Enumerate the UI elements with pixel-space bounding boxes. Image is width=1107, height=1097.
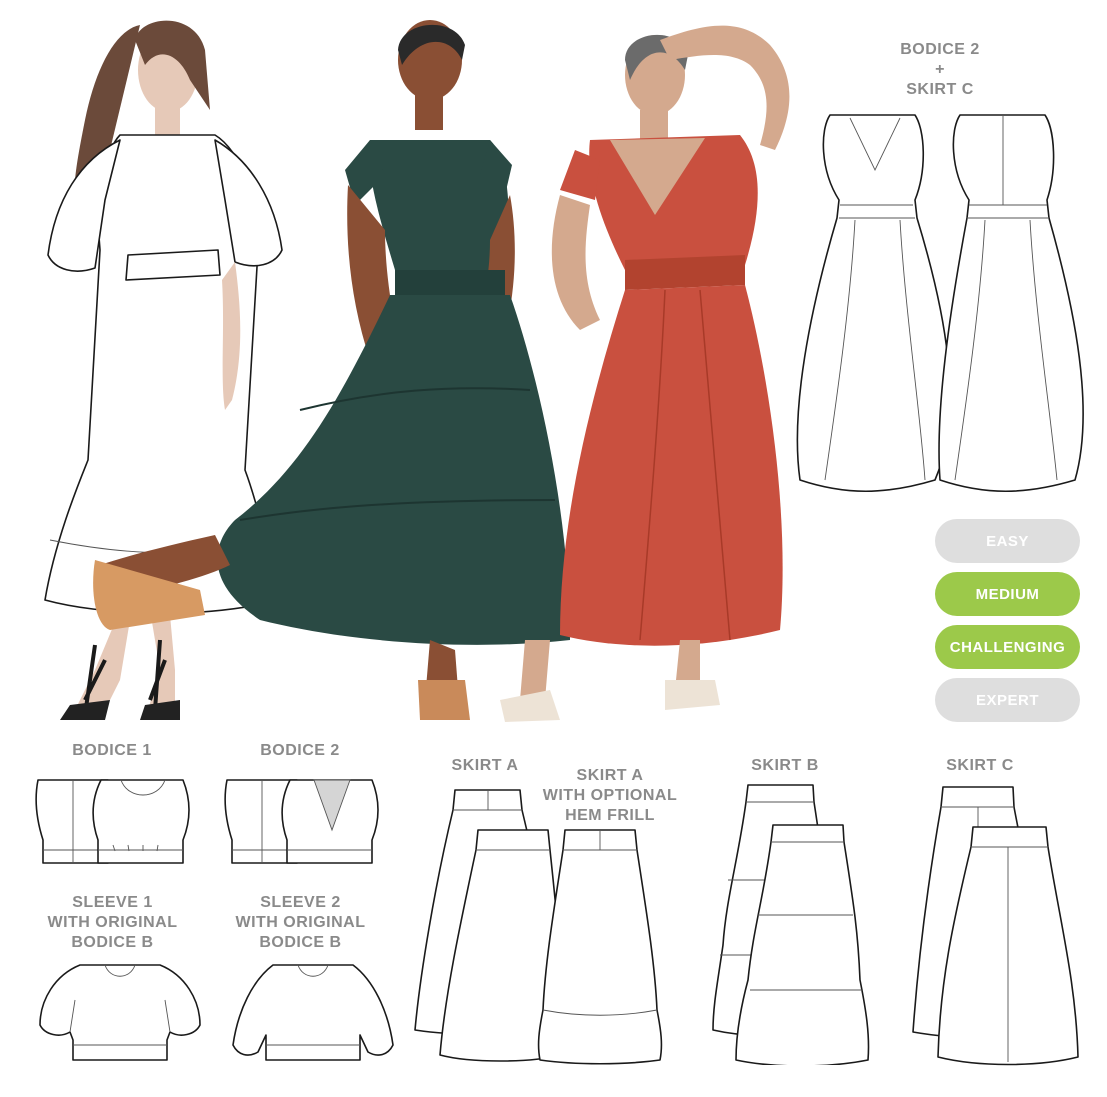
difficulty-expert-label: EXPERT [975,691,1039,709]
bodice1-label-text: BODICE 1 [72,742,152,759]
dress-flat-back [938,114,1084,493]
difficulty-expert: EXPERT [935,678,1080,722]
dress-flat-front [796,114,951,493]
bodice2-label-text: BODICE 2 [260,742,340,759]
bodice2-flats [224,779,379,864]
sleeve1-label-line-3: BODICE B [71,934,154,951]
skirtA-frill-label-line-1: SKIRT A [576,767,644,784]
sleeve1-label: SLEEVE 1 WITH ORIGINAL BODICE B [30,893,195,953]
top-right-label-line-3: SKIRT C [906,81,974,98]
sleeve2-label: SLEEVE 2 WITH ORIGINAL BODICE B [218,893,383,953]
sleeve2-label-line-1: SLEEVE 2 [260,894,341,911]
top-right-label-line-1: BODICE 2 [900,41,980,58]
difficulty-challenging: CHALLENGING [935,625,1080,669]
bodice1-flats [35,779,190,864]
sleeve2-label-line-2: WITH ORIGINAL [235,914,366,931]
sleeve1-label-line-1: SLEEVE 1 [72,894,153,911]
model-illustrations [44,20,790,722]
dress-flat-front-back [796,114,1084,493]
skirtC-label-text: SKIRT C [946,757,1014,774]
skirtB-flats [712,784,870,1065]
difficulty-easy: EASY [935,519,1080,563]
sleeve2-label-line-3: BODICE B [259,934,342,951]
skirtB-label-text: SKIRT B [751,757,819,774]
difficulty-easy-label: EASY [986,532,1029,550]
top-right-label: BODICE 2 + SKIRT C [880,40,1000,100]
skirtA-label-text: SKIRT A [451,757,519,774]
sleeve1-flat [39,964,201,1061]
sleeve1-label-line-2: WITH ORIGINAL [47,914,178,931]
sleeve2-flat [232,964,394,1061]
bodice2-label: BODICE 2 [240,741,360,761]
difficulty-medium-label: MEDIUM [975,585,1040,603]
skirtB-label: SKIRT B [730,756,840,776]
top-right-label-line-2: + [935,61,945,78]
difficulty-medium: MEDIUM [935,572,1080,616]
difficulty-challenging-label: CHALLENGING [949,638,1066,656]
skirtA-label: SKIRT A [430,756,540,776]
skirtC-flats [912,786,1079,1066]
skirtA-frill-flat [537,829,663,1065]
bodice1-label: BODICE 1 [52,741,172,761]
skirtC-label: SKIRT C [925,756,1035,776]
